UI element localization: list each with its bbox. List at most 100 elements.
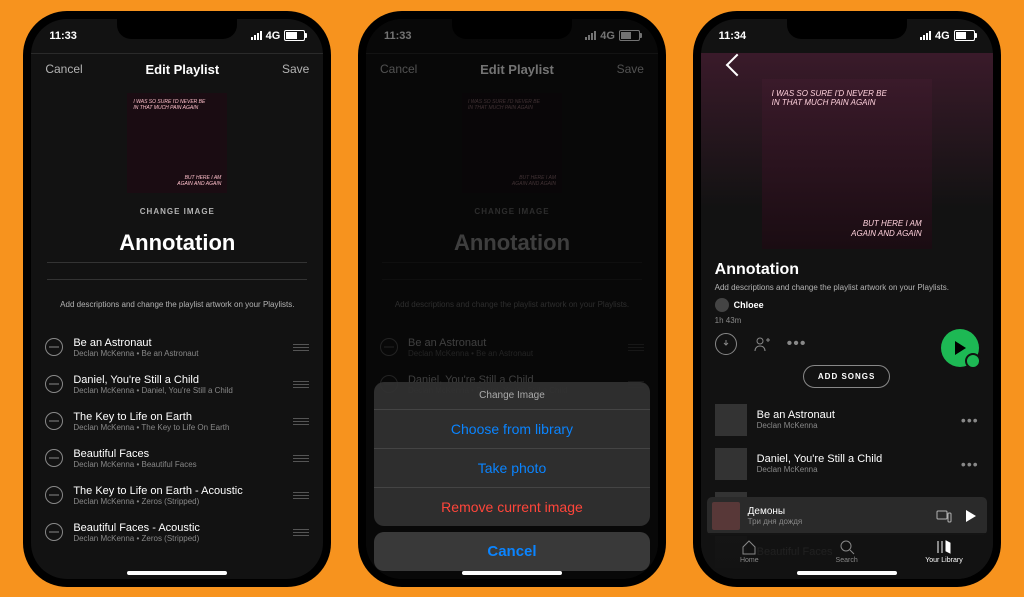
- track-artist: Declan McKenna: [757, 465, 951, 474]
- back-button[interactable]: [725, 53, 748, 76]
- track-subtitle: Declan McKenna • Be an Astronaut: [73, 349, 283, 358]
- track-row[interactable]: Be an AstronautDeclan McKenna •••: [701, 398, 993, 442]
- notch: [452, 19, 572, 39]
- now-playing-thumbnail: [712, 502, 740, 530]
- home-icon: [741, 539, 757, 555]
- remove-icon[interactable]: [45, 449, 63, 467]
- track-row: Daniel, You're Still a ChildDeclan McKen…: [31, 366, 323, 403]
- play-button[interactable]: [941, 329, 979, 367]
- notch: [117, 19, 237, 39]
- action-sheet: Change Image Choose from library Take ph…: [374, 382, 650, 571]
- remove-icon[interactable]: [45, 412, 63, 430]
- drag-handle-icon[interactable]: [293, 455, 309, 462]
- change-image-button[interactable]: CHANGE IMAGE: [31, 207, 323, 216]
- play-icon: [955, 341, 966, 355]
- track-row: Beautiful FacesDeclan McKenna • Beautifu…: [31, 440, 323, 477]
- shuffle-badge-icon: [965, 353, 981, 369]
- track-title: Be an Astronaut: [757, 409, 951, 421]
- remove-icon[interactable]: [45, 523, 63, 541]
- playlist-description: Add descriptions and change the playlist…: [715, 283, 979, 292]
- nav-home[interactable]: Home: [701, 533, 798, 571]
- playlist-name-input[interactable]: Annotation: [47, 230, 307, 263]
- playlist-controls: •••: [715, 333, 979, 355]
- playlist-owner[interactable]: Chloee: [715, 298, 979, 312]
- track-more-button[interactable]: •••: [961, 412, 979, 428]
- phone-edit-actionsheet: 11:33 4G Cancel Edit Playlist Save I WAS…: [366, 19, 658, 579]
- battery-icon: [284, 30, 305, 41]
- drag-handle-icon[interactable]: [293, 492, 309, 499]
- connect-device-icon[interactable]: [936, 508, 952, 524]
- cover-top-text: I WAS SO SURE I'D NEVER BEIN THAT MUCH P…: [133, 99, 221, 111]
- home-indicator[interactable]: [462, 571, 562, 575]
- modal-header: Cancel Edit Playlist Save: [31, 53, 323, 85]
- nav-search[interactable]: Search: [798, 533, 895, 571]
- track-title: The Key to Life on Earth - Acoustic: [73, 485, 283, 497]
- track-subtitle: Declan McKenna • Zeros (Stripped): [73, 497, 283, 506]
- clock: 11:33: [49, 30, 77, 42]
- track-row: The Key to Life on Earth - AcousticDecla…: [31, 477, 323, 514]
- drag-handle-icon[interactable]: [293, 381, 309, 388]
- playlist-cover[interactable]: I WAS SO SURE I'D NEVER BEIN THAT MUCH P…: [127, 93, 227, 193]
- now-playing-bar[interactable]: Демоны Три дня дождя: [707, 497, 987, 535]
- add-user-button[interactable]: [753, 335, 771, 353]
- remove-image-button[interactable]: Remove current image: [374, 488, 650, 526]
- track-more-button[interactable]: •••: [961, 456, 979, 472]
- track-title: Beautiful Faces: [73, 448, 283, 460]
- action-sheet-cancel-button[interactable]: Cancel: [374, 532, 650, 571]
- track-thumbnail: [715, 448, 747, 480]
- take-photo-button[interactable]: Take photo: [374, 449, 650, 488]
- nav-library[interactable]: Your Library: [895, 533, 992, 571]
- now-playing-play-button[interactable]: [966, 510, 976, 522]
- track-row: Be an AstronautDeclan McKenna • Be an As…: [31, 329, 323, 366]
- now-playing-artist: Три дня дождя: [748, 517, 928, 526]
- description-hint: Add descriptions and change the playlist…: [47, 300, 307, 309]
- cover-top-text: I WAS SO SURE I'D NEVER BEIN THAT MUCH P…: [772, 89, 922, 108]
- track-subtitle: Declan McKenna • Zeros (Stripped): [73, 534, 283, 543]
- network-label: 4G: [266, 30, 281, 42]
- description-input[interactable]: [47, 279, 307, 280]
- header-title: Edit Playlist: [145, 62, 219, 77]
- playlist-title: Annotation: [715, 261, 979, 279]
- signal-icon: [920, 31, 931, 40]
- track-thumbnail: [715, 404, 747, 436]
- owner-name: Chloee: [734, 300, 764, 310]
- drag-handle-icon[interactable]: [293, 418, 309, 425]
- drag-handle-icon[interactable]: [293, 344, 309, 351]
- remove-icon[interactable]: [45, 338, 63, 356]
- track-row: Beautiful Faces - AcousticDeclan McKenna…: [31, 514, 323, 551]
- now-playing-title: Демоны: [748, 506, 928, 517]
- drag-handle-icon[interactable]: [293, 529, 309, 536]
- cancel-button[interactable]: Cancel: [45, 62, 82, 76]
- signal-icon: [251, 31, 262, 40]
- download-button[interactable]: [715, 333, 737, 355]
- track-subtitle: Declan McKenna • Beautiful Faces: [73, 460, 283, 469]
- remove-icon[interactable]: [45, 486, 63, 504]
- more-options-button[interactable]: •••: [787, 335, 807, 353]
- notch: [787, 19, 907, 39]
- track-subtitle: Declan McKenna • Daniel, You're Still a …: [73, 386, 283, 395]
- duration-label: 1h 43m: [715, 316, 979, 325]
- network-label: 4G: [935, 30, 950, 42]
- remove-icon[interactable]: [45, 375, 63, 393]
- search-icon: [839, 539, 855, 555]
- battery-icon: [954, 30, 975, 41]
- choose-from-library-button[interactable]: Choose from library: [374, 410, 650, 449]
- track-title: The Key to Life on Earth: [73, 411, 283, 423]
- track-list: Be an AstronautDeclan McKenna • Be an As…: [31, 329, 323, 551]
- cover-bottom-text: BUT HERE I AMAGAIN AND AGAIN: [772, 219, 922, 238]
- clock: 11:34: [719, 30, 747, 42]
- phone-playlist-view: 11:34 4G I WAS SO SURE I'D NEVER BEIN TH…: [701, 19, 993, 579]
- playlist-cover: I WAS SO SURE I'D NEVER BEIN THAT MUCH P…: [762, 79, 932, 249]
- track-title: Be an Astronaut: [73, 337, 283, 349]
- add-songs-button[interactable]: ADD SONGS: [803, 365, 890, 388]
- track-subtitle: Declan McKenna • The Key to Life On Eart…: [73, 423, 283, 432]
- track-artist: Declan McKenna: [757, 421, 951, 430]
- track-row[interactable]: Daniel, You're Still a ChildDeclan McKen…: [701, 442, 993, 486]
- track-row: The Key to Life on EarthDeclan McKenna •…: [31, 403, 323, 440]
- avatar: [715, 298, 729, 312]
- home-indicator[interactable]: [127, 571, 227, 575]
- track-title: Beautiful Faces - Acoustic: [73, 522, 283, 534]
- save-button[interactable]: Save: [282, 62, 309, 76]
- home-indicator[interactable]: [797, 571, 897, 575]
- action-sheet-title: Change Image: [374, 382, 650, 410]
